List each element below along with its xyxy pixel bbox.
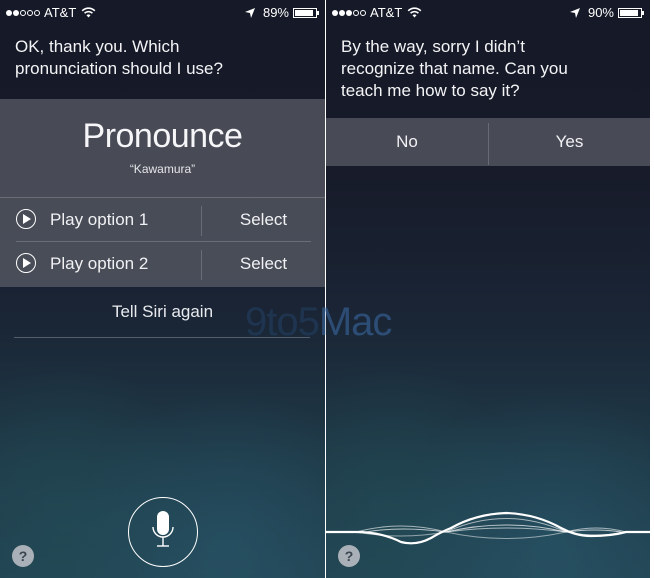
signal-and-carrier: AT&T <box>332 5 422 20</box>
siri-message: OK, thank you. Which pronunciation shoul… <box>15 36 223 80</box>
signal-dot <box>27 9 33 16</box>
no-button[interactable]: No <box>326 132 488 152</box>
siri-message-line: recognize that name. Can you <box>341 59 568 78</box>
status-right: 89% <box>244 5 319 20</box>
signal-and-carrier: AT&T <box>6 5 96 20</box>
location-arrow-icon <box>244 7 255 18</box>
pronounce-card: Pronounce “Kawamura” Play option 1 Selec… <box>0 99 325 287</box>
wifi-icon <box>81 7 96 18</box>
siri-screen-pronounce: AT&T 89% OK, thank you. Which pronunciat… <box>0 0 325 578</box>
play-option-button[interactable]: Play option 2 <box>50 254 148 274</box>
siri-message-line: By the way, sorry I didn’t <box>341 37 525 56</box>
signal-dot <box>346 9 352 16</box>
watermark-prefix: 9to5 <box>245 300 320 344</box>
location-arrow-icon <box>569 7 580 18</box>
signal-dot <box>332 9 338 16</box>
signal-dot <box>20 9 26 16</box>
battery-icon <box>293 7 319 18</box>
signal-dot <box>6 9 12 16</box>
siri-message-line: pronunciation should I use? <box>15 59 223 78</box>
card-title: Pronounce <box>82 117 243 155</box>
microphone-button[interactable] <box>128 497 198 567</box>
battery-fill <box>295 9 313 16</box>
battery-percent: 89% <box>262 5 289 20</box>
siri-screen-teach: AT&T 90% By the way, sorry I didn’t reco… <box>326 0 650 578</box>
yes-button[interactable]: Yes <box>489 132 650 152</box>
siri-message-line: teach me how to say it? <box>341 81 520 100</box>
play-icon[interactable] <box>16 209 36 229</box>
siri-message-line: OK, thank you. Which <box>15 37 180 56</box>
help-button[interactable]: ? <box>12 545 34 567</box>
signal-dot <box>13 9 19 16</box>
status-right: 90% <box>569 5 644 20</box>
pronunciation-option-row: Play option 2 Select <box>0 242 325 286</box>
battery-percent: 90% <box>587 5 614 20</box>
signal-dot <box>353 9 359 16</box>
wifi-icon <box>407 7 422 18</box>
watermark: 9to5Mac <box>245 300 393 345</box>
signal-dot <box>339 9 345 16</box>
yes-no-buttons: No Yes <box>326 118 650 166</box>
select-option-button[interactable]: Select <box>202 254 325 274</box>
siri-listening-waveform <box>326 511 650 545</box>
microphone-icon <box>151 510 174 547</box>
battery-icon <box>618 7 644 18</box>
select-option-button[interactable]: Select <box>202 210 325 230</box>
pronunciation-option-row: Play option 1 Select <box>0 198 325 242</box>
status-bar: AT&T 90% <box>326 0 650 24</box>
status-bar: AT&T 89% <box>0 0 325 24</box>
signal-dot <box>360 9 366 16</box>
siri-message: By the way, sorry I didn’t recognize tha… <box>341 36 568 102</box>
play-option-button[interactable]: Play option 1 <box>50 210 148 230</box>
name-to-pronounce: “Kawamura” <box>129 162 196 176</box>
watermark-suffix: Mac <box>318 300 393 344</box>
signal-dot <box>34 9 40 16</box>
help-button[interactable]: ? <box>338 545 360 567</box>
battery-fill <box>620 9 638 16</box>
carrier-label: AT&T <box>44 5 77 20</box>
play-icon[interactable] <box>16 253 36 273</box>
carrier-label: AT&T <box>370 5 403 20</box>
